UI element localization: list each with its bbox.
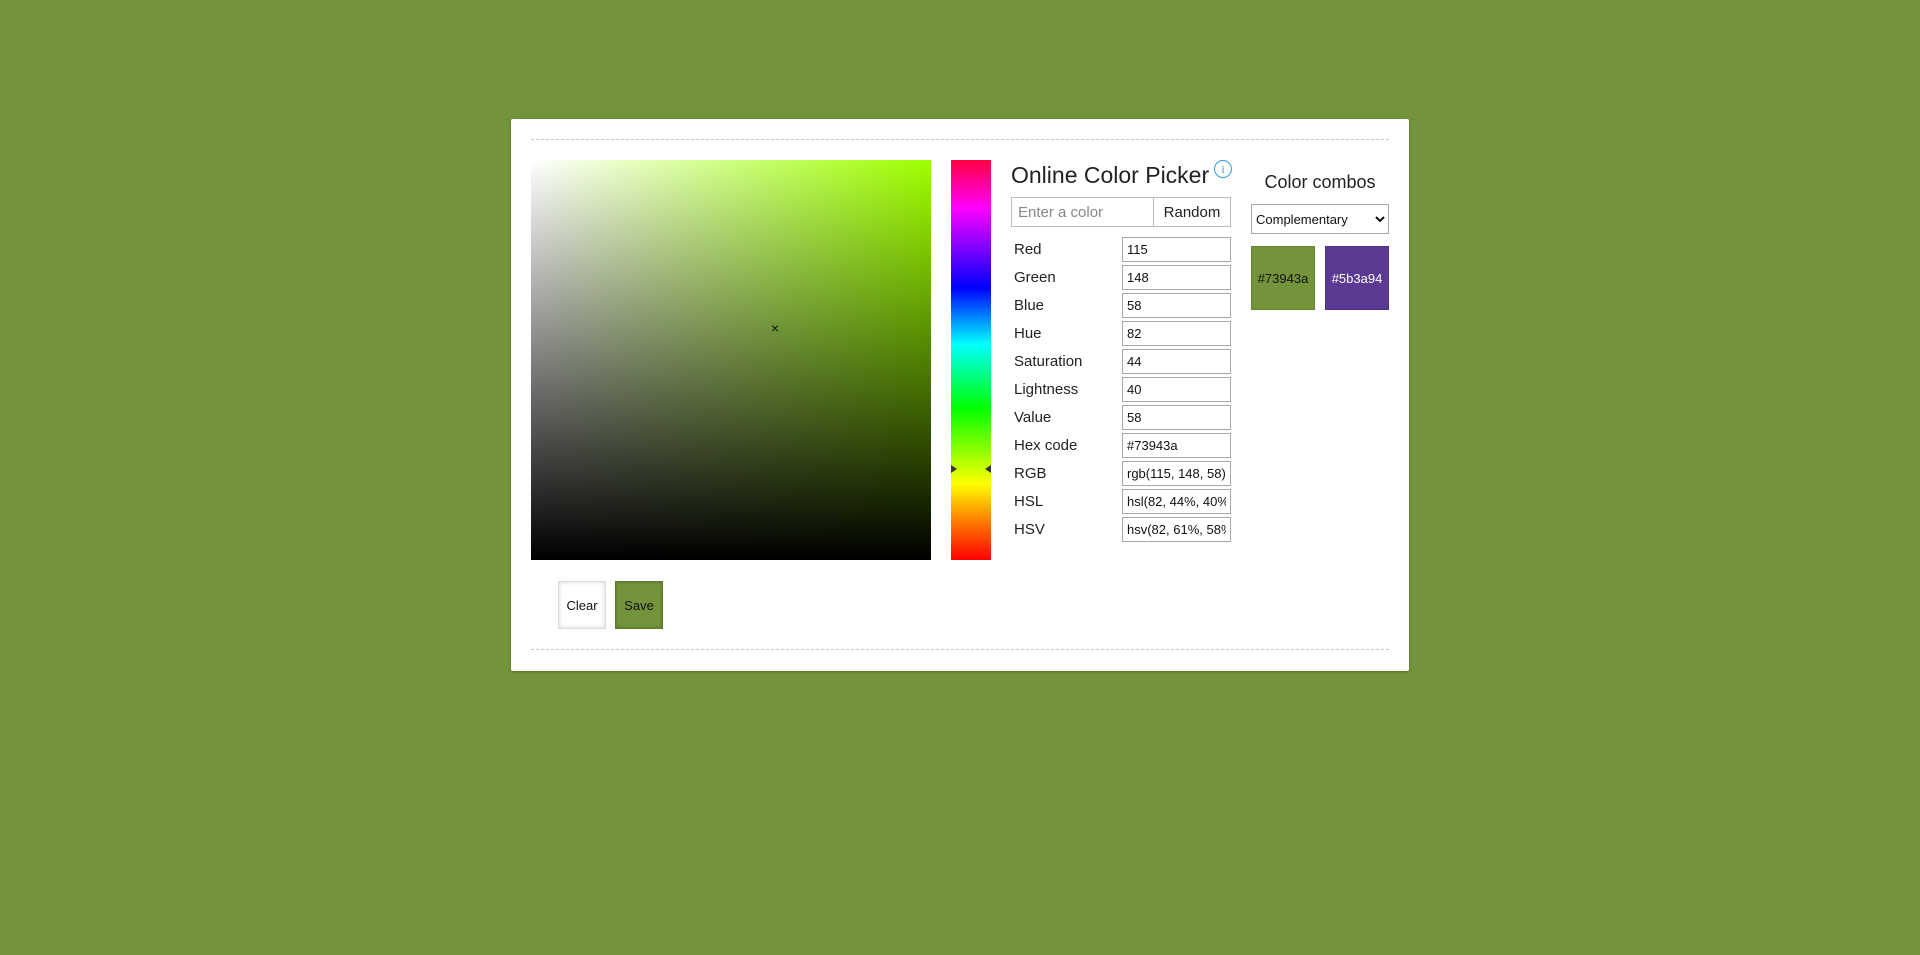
hue-marker-left-icon[interactable] [951, 464, 957, 473]
green-input[interactable] [1122, 265, 1231, 290]
hex-code-input[interactable] [1122, 433, 1231, 458]
random-button[interactable]: Random [1154, 198, 1230, 226]
rgb-input[interactable] [1122, 461, 1231, 486]
combo-swatches: #73943a #5b3a94 [1251, 246, 1389, 310]
field-label: Red [1014, 241, 1042, 258]
top-divider [531, 139, 1389, 140]
field-label: Lightness [1014, 381, 1079, 398]
field-label: Blue [1014, 297, 1045, 314]
red-input[interactable] [1122, 237, 1231, 262]
field-row-hsv: HSV [1011, 517, 1231, 545]
clear-button[interactable]: Clear [558, 581, 606, 629]
combos-title: Color combos [1264, 172, 1376, 192]
field-label: Hex code [1014, 437, 1078, 454]
color-picker-card: × Online Color Picker i Random Red Green B… [511, 119, 1409, 671]
saturation-value-field[interactable]: × [531, 160, 931, 560]
lightness-input[interactable] [1122, 377, 1231, 402]
save-button[interactable]: Save [615, 581, 663, 629]
color-fields: Red Green Blue Hue Saturation Lightness Value H… [1011, 237, 1231, 545]
hue-input[interactable] [1122, 321, 1231, 346]
blue-input[interactable] [1122, 293, 1231, 318]
field-row-saturation: Saturation [1011, 349, 1231, 377]
saturation-input[interactable] [1122, 349, 1231, 374]
field-label: HSV [1014, 521, 1045, 538]
field-label: Value [1014, 409, 1052, 426]
crosshair-cursor-icon[interactable]: × [768, 321, 782, 335]
field-label: Green [1014, 269, 1056, 286]
bottom-divider [531, 649, 1389, 650]
combo-swatch[interactable]: #5b3a94 [1325, 246, 1389, 310]
field-label: Saturation [1014, 353, 1083, 370]
page-title: Online Color Picker [1011, 162, 1210, 188]
hsv-input[interactable] [1122, 517, 1231, 542]
field-row-rgb: RGB [1011, 461, 1231, 489]
info-icon[interactable]: i [1214, 160, 1232, 178]
field-row-blue: Blue [1011, 293, 1231, 321]
field-row-hue: Hue [1011, 321, 1231, 349]
field-row-hsl: HSL [1011, 489, 1231, 517]
hsl-input[interactable] [1122, 489, 1231, 514]
combo-type-select[interactable]: Complementary [1251, 204, 1389, 234]
color-entry-group: Random [1011, 197, 1231, 227]
color-input[interactable] [1012, 198, 1154, 226]
field-row-lightness: Lightness [1011, 377, 1231, 405]
field-row-value: Value [1011, 405, 1231, 433]
field-row-hex-code: Hex code [1011, 433, 1231, 461]
hue-marker-right-icon[interactable] [985, 464, 991, 473]
value-input[interactable] [1122, 405, 1231, 430]
combo-swatch[interactable]: #73943a [1251, 246, 1315, 310]
hue-slider[interactable] [951, 160, 991, 560]
field-row-green: Green [1011, 265, 1231, 293]
field-label: Hue [1014, 325, 1042, 342]
field-label: HSL [1014, 493, 1044, 510]
field-label: RGB [1014, 465, 1047, 482]
field-row-red: Red [1011, 237, 1231, 265]
